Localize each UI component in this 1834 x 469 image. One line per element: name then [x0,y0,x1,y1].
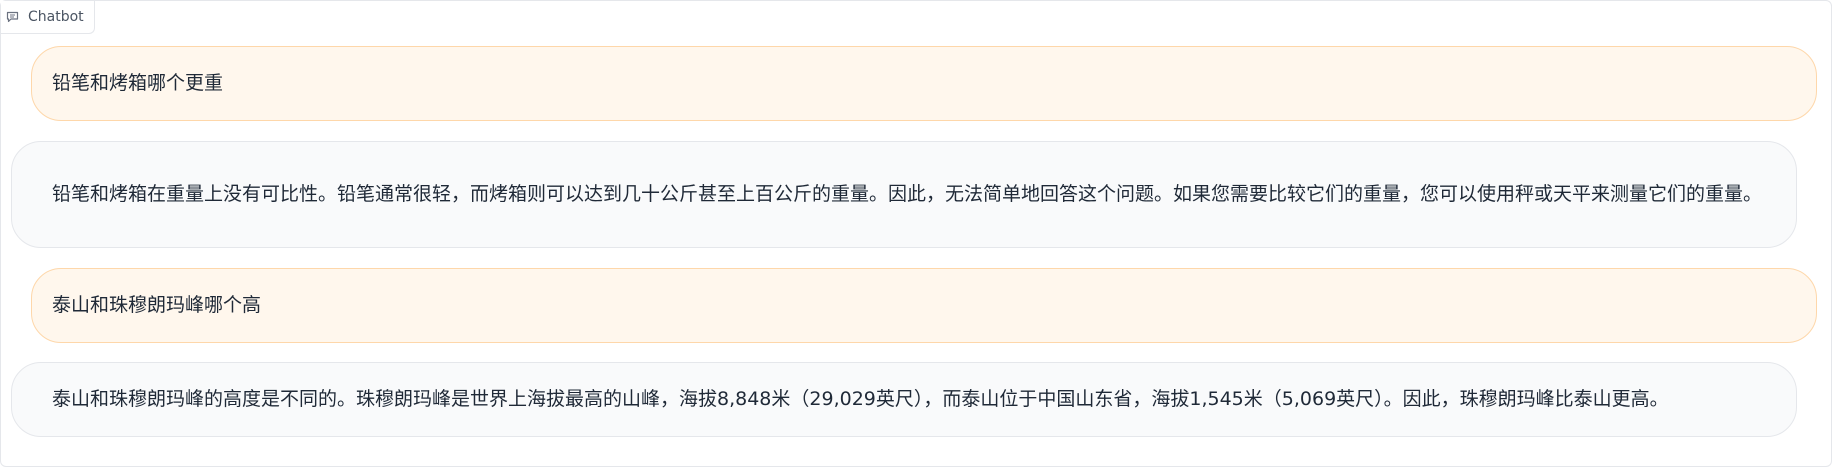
user-message: 铅笔和烤箱哪个更重 [31,46,1817,121]
bot-message: 泰山和珠穆朗玛峰的高度是不同的。珠穆朗玛峰是世界上海拔最高的山峰，海拔8,848… [11,362,1797,437]
chatbot-panel: Chatbot 铅笔和烤箱哪个更重 铅笔和烤箱在重量上没有可比性。铅笔通常很轻，… [0,0,1832,467]
message-text: 泰山和珠穆朗玛峰哪个高 [52,294,262,316]
message-text: 铅笔和烤箱哪个更重 [52,72,224,94]
user-message: 泰山和珠穆朗玛峰哪个高 [31,268,1817,343]
chat-bubble-icon [6,11,19,23]
chatbot-label-text: Chatbot [28,9,84,25]
chatbot-label: Chatbot [1,1,95,34]
message-text: 泰山和珠穆朗玛峰的高度是不同的。珠穆朗玛峰是世界上海拔最高的山峰，海拔8,848… [52,388,1669,410]
message-text: 铅笔和烤箱在重量上没有可比性。铅笔通常很轻，而烤箱则可以达到几十公斤甚至上百公斤… [52,183,1763,205]
bot-message: 铅笔和烤箱在重量上没有可比性。铅笔通常很轻，而烤箱则可以达到几十公斤甚至上百公斤… [11,141,1797,248]
